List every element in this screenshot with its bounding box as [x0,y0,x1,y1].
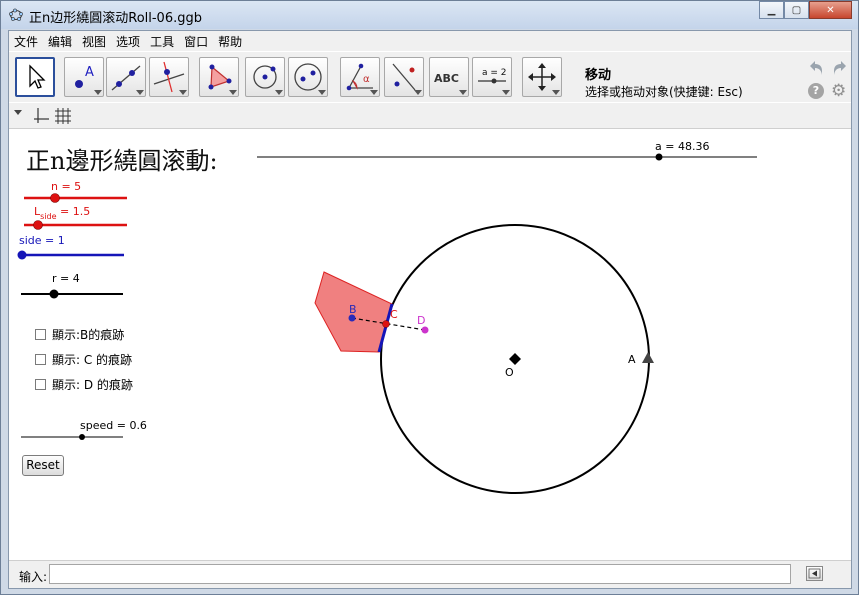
input-bar: 输入: [9,560,851,588]
polygon-tool-button[interactable] [199,57,239,97]
point-d-label: D [417,314,425,327]
reflect-tool-button[interactable] [384,57,424,97]
client-area: 文件 编辑 视图 选项 工具 窗口 帮助 A α ABC a = 2 移动 选择… [8,30,852,589]
axes-toggle-icon[interactable] [32,107,50,125]
line-tool-button[interactable] [106,57,146,97]
triangle-left-icon [808,568,821,579]
menu-file[interactable]: 文件 [9,33,43,50]
circle-tool-button[interactable] [245,57,285,97]
checkbox-trace-b[interactable]: 顯示:B的痕跡 [35,326,124,343]
heading: 正n邊形繞圓滚動: [26,147,218,175]
slider-n-thumb[interactable] [50,193,60,203]
maximize-button[interactable]: ▢ [784,1,809,19]
slider-r-thumb[interactable] [49,289,59,299]
slider-speed-thumb[interactable] [79,434,85,440]
app-window: 正n边形繞圓滚动Roll-06.ggb ▁ ▢ ✕ 文件 编辑 视图 选项 工具… [0,0,859,595]
point-tool-button[interactable]: A [64,57,104,97]
point-c[interactable] [382,320,390,328]
slider-a-label: a = 48.36 [655,140,709,153]
menu-options[interactable]: 选项 [111,33,145,50]
checkbox-trace-c[interactable]: 顯示: C 的痕跡 [35,351,132,368]
menu-edit[interactable]: 编辑 [43,33,77,50]
slider-n-label: n = 5 [51,180,81,193]
undo-icon[interactable] [807,59,825,77]
checkbox-trace-d-label: 顯示: D 的痕跡 [52,378,133,392]
graphics-canvas: 正n邊形繞圓滚動: a = 48.36 n = 5 Lside = 1.5 si… [17,140,757,494]
menu-bar: 文件 编辑 视图 选项 工具 窗口 帮助 [9,31,851,51]
perpendicular-tool-button[interactable] [149,57,189,97]
point-o-label: O [505,366,514,379]
menu-tools[interactable]: 工具 [145,33,179,50]
angle-tool-button[interactable]: α [340,57,380,97]
svg-text:ABC: ABC [434,72,459,85]
checkbox-trace-b-box[interactable] [35,329,46,340]
point-a[interactable] [642,352,654,363]
move-tool-button[interactable] [15,57,55,97]
minimize-button[interactable]: ▁ [759,1,784,19]
menu-view[interactable]: 视图 [77,33,111,50]
checkbox-trace-d-box[interactable] [35,379,46,390]
window-title: 正n边形繞圓滚动Roll-06.ggb [29,11,202,26]
checkbox-trace-c-label: 顯示: C 的痕跡 [52,353,133,367]
move-icon [29,64,46,89]
svg-text:α: α [363,74,370,85]
point-b-label: B [349,303,357,316]
conic-tool-button[interactable] [288,57,328,97]
style-bar [9,103,851,129]
slider-side-thumb[interactable] [17,250,27,260]
title-bar: 正n边形繞圓滚动Roll-06.ggb ▁ ▢ ✕ [1,1,858,29]
checkbox-trace-b-label: 顯示:B的痕跡 [52,328,125,342]
redo-icon[interactable] [831,59,849,77]
input-help-button[interactable] [806,566,823,581]
menu-window[interactable]: 窗口 [179,33,213,50]
move-graphics-tool-button[interactable] [522,57,562,97]
point-c-label: C [390,308,398,321]
active-tool-name: 移动 [585,68,612,83]
svg-text:a = 2: a = 2 [482,68,507,78]
input-field[interactable] [49,564,791,584]
graphics-view[interactable]: 正n邊形繞圓滚動: a = 48.36 n = 5 Lside = 1.5 si… [9,130,851,558]
menu-help[interactable]: 帮助 [213,33,247,50]
gear-icon[interactable]: ⚙ [831,82,849,100]
svg-text:A: A [85,65,94,80]
reset-button[interactable]: Reset [22,455,64,476]
slider-a-thumb[interactable] [655,153,663,161]
slider-lside-thumb[interactable] [33,220,43,230]
point-o[interactable] [509,353,521,365]
slider-speed-label: speed = 0.6 [80,419,147,432]
point-a-label: A [628,353,636,366]
slider-lside-label: Lside = 1.5 [34,205,90,221]
grid-toggle-icon[interactable] [54,107,72,125]
help-icon[interactable]: ? [808,83,824,99]
stylebar-toggle-icon[interactable] [12,106,26,120]
checkbox-trace-c-box[interactable] [35,354,46,365]
point-d[interactable] [421,326,429,334]
close-button[interactable]: ✕ [809,1,852,19]
checkbox-trace-d[interactable]: 顯示: D 的痕跡 [35,376,133,393]
slider-side-label: side = 1 [19,234,65,247]
slider-r-label: r = 4 [52,272,80,285]
text-tool-button[interactable]: ABC [429,57,469,97]
window-controls: ▁ ▢ ✕ [759,1,852,20]
slider-tool-button[interactable]: a = 2 [472,57,512,97]
active-tool-help: 选择或拖动对象(快捷键: Esc) [585,85,743,99]
geogebra-icon [9,8,23,21]
toolbar: A α ABC a = 2 移动 选择或拖动对象(快捷键: Esc) ? ⚙ [9,52,851,102]
input-label: 输入: [19,570,48,584]
